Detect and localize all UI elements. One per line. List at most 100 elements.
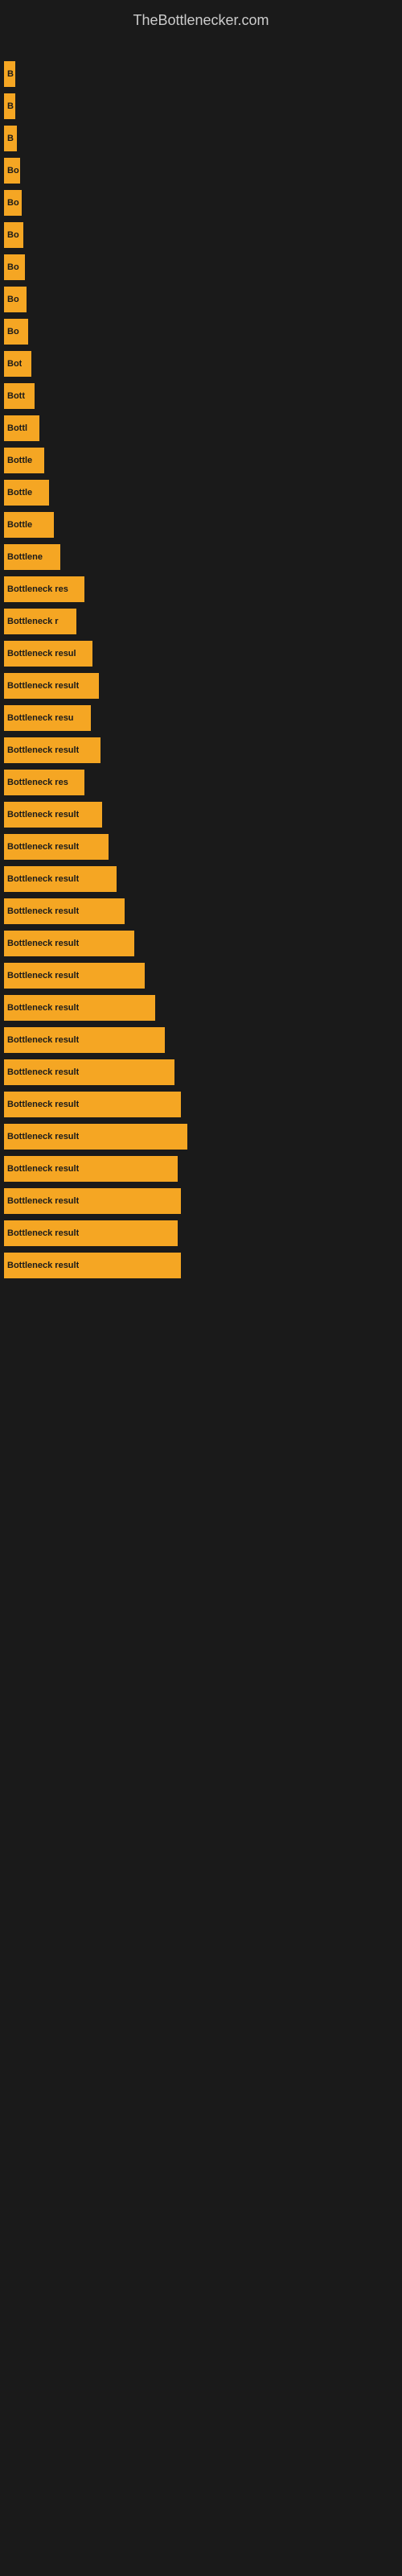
bar-label: Bottleneck resu bbox=[7, 713, 74, 723]
bar-label: Bottleneck result bbox=[7, 1228, 79, 1238]
bar-row: Bottleneck resul bbox=[0, 641, 402, 667]
bar-row: Bottleneck result bbox=[0, 1124, 402, 1150]
bar-label: Bottle bbox=[7, 456, 32, 465]
site-title: TheBottlenecker.com bbox=[0, 0, 402, 37]
bar: Bo bbox=[4, 254, 25, 280]
bar-label: B bbox=[7, 101, 14, 111]
bar-row: Bottle bbox=[0, 512, 402, 538]
bar-row: Bottleneck result bbox=[0, 1027, 402, 1053]
bar-label: B bbox=[7, 69, 14, 79]
bar-label: Bottl bbox=[7, 423, 27, 433]
bar-row: Bottleneck res bbox=[0, 576, 402, 602]
bar: Bottleneck result bbox=[4, 1253, 181, 1278]
bar: Bottleneck result bbox=[4, 834, 109, 860]
bar-label: Bottleneck result bbox=[7, 874, 79, 884]
bar-label: Bo bbox=[7, 295, 19, 304]
bar-label: Bottleneck r bbox=[7, 617, 59, 626]
bar-row: B bbox=[0, 93, 402, 119]
bar-label: B bbox=[7, 134, 14, 143]
bar-label: Bot bbox=[7, 359, 22, 369]
bar-row: Bottleneck result bbox=[0, 898, 402, 924]
bar-label: Bottleneck res bbox=[7, 584, 68, 594]
bar-label: Bottle bbox=[7, 488, 32, 497]
bar-row: Bo bbox=[0, 222, 402, 248]
bar: Bottleneck resul bbox=[4, 641, 92, 667]
bar-label: Bo bbox=[7, 327, 19, 336]
bars-container: B B B Bo Bo Bo Bo Bo Bo Bot Bott Bottl Bottle Bottle B… bbox=[0, 37, 402, 1293]
bar-label: Bott bbox=[7, 391, 25, 401]
bar: Bottle bbox=[4, 480, 49, 506]
bar: Bottleneck result bbox=[4, 673, 99, 699]
bar-label: Bottleneck result bbox=[7, 1003, 79, 1013]
bar-row: Bottleneck result bbox=[0, 963, 402, 989]
bar: Bo bbox=[4, 287, 27, 312]
bar-row: Bottleneck result bbox=[0, 834, 402, 860]
bar: Bottleneck result bbox=[4, 1188, 181, 1214]
bar-row: Bo bbox=[0, 190, 402, 216]
bar-label: Bottleneck result bbox=[7, 971, 79, 980]
bar-row: Bot bbox=[0, 351, 402, 377]
bar: Bottleneck result bbox=[4, 963, 145, 989]
bar-label: Bottleneck result bbox=[7, 842, 79, 852]
bar-row: Bottleneck result bbox=[0, 1059, 402, 1085]
bar-row: Bottleneck resu bbox=[0, 705, 402, 731]
bar-row: Bottle bbox=[0, 448, 402, 473]
bar: Bott bbox=[4, 383, 35, 409]
bar: Bottleneck result bbox=[4, 931, 134, 956]
bar: Bottleneck result bbox=[4, 1124, 187, 1150]
bar-row: Bottl bbox=[0, 415, 402, 441]
bar-row: Bottleneck result bbox=[0, 1188, 402, 1214]
bar-row: Bo bbox=[0, 319, 402, 345]
bar: Bottleneck resu bbox=[4, 705, 91, 731]
bar-row: Bott bbox=[0, 383, 402, 409]
bar-row: Bottleneck result bbox=[0, 1220, 402, 1246]
bar: Bo bbox=[4, 190, 22, 216]
bar: Bot bbox=[4, 351, 31, 377]
bar-row: Bottleneck result bbox=[0, 802, 402, 828]
bar-label: Bottleneck result bbox=[7, 745, 79, 755]
bar: Bottle bbox=[4, 512, 54, 538]
bar: Bottleneck result bbox=[4, 802, 102, 828]
bar: Bottleneck r bbox=[4, 609, 76, 634]
bar-label: Bottleneck result bbox=[7, 1196, 79, 1206]
bar: Bo bbox=[4, 319, 28, 345]
bar-label: Bottleneck result bbox=[7, 1035, 79, 1045]
bar: Bottleneck result bbox=[4, 1092, 181, 1117]
bar-row: Bottleneck res bbox=[0, 770, 402, 795]
bar-row: Bo bbox=[0, 254, 402, 280]
bar: Bo bbox=[4, 158, 20, 184]
bar-label: Bo bbox=[7, 166, 19, 175]
bar: Bottleneck result bbox=[4, 1220, 178, 1246]
bar: Bottleneck result bbox=[4, 1027, 165, 1053]
bar-row: Bottleneck result bbox=[0, 737, 402, 763]
bar-row: Bottleneck result bbox=[0, 1253, 402, 1278]
bar-row: Bottlene bbox=[0, 544, 402, 570]
bar: B bbox=[4, 61, 15, 87]
bar: Bottleneck result bbox=[4, 737, 100, 763]
bar-row: Bottle bbox=[0, 480, 402, 506]
bar: Bottleneck result bbox=[4, 1156, 178, 1182]
bar-row: Bottleneck result bbox=[0, 866, 402, 892]
bar: B bbox=[4, 93, 15, 119]
bar-label: Bo bbox=[7, 198, 19, 208]
bar-label: Bottleneck result bbox=[7, 1132, 79, 1141]
bar-label: Bottleneck result bbox=[7, 1261, 79, 1270]
bar-row: Bottleneck result bbox=[0, 931, 402, 956]
bar-row: Bottleneck result bbox=[0, 995, 402, 1021]
bar-row: B bbox=[0, 126, 402, 151]
bar-row: B bbox=[0, 61, 402, 87]
bar-label: Bottle bbox=[7, 520, 32, 530]
bar-label: Bo bbox=[7, 262, 19, 272]
bar: Bottleneck result bbox=[4, 898, 125, 924]
bar: Bottleneck result bbox=[4, 995, 155, 1021]
bar-row: Bottleneck result bbox=[0, 673, 402, 699]
bar-label: Bottleneck res bbox=[7, 778, 68, 787]
bar: Bottleneck result bbox=[4, 866, 117, 892]
bar-row: Bo bbox=[0, 158, 402, 184]
bar: Bottleneck result bbox=[4, 1059, 174, 1085]
bar: B bbox=[4, 126, 17, 151]
bar-label: Bottlene bbox=[7, 552, 43, 562]
bar-label: Bottleneck resul bbox=[7, 649, 76, 658]
bar-label: Bottleneck result bbox=[7, 939, 79, 948]
bar-label: Bottleneck result bbox=[7, 1164, 79, 1174]
